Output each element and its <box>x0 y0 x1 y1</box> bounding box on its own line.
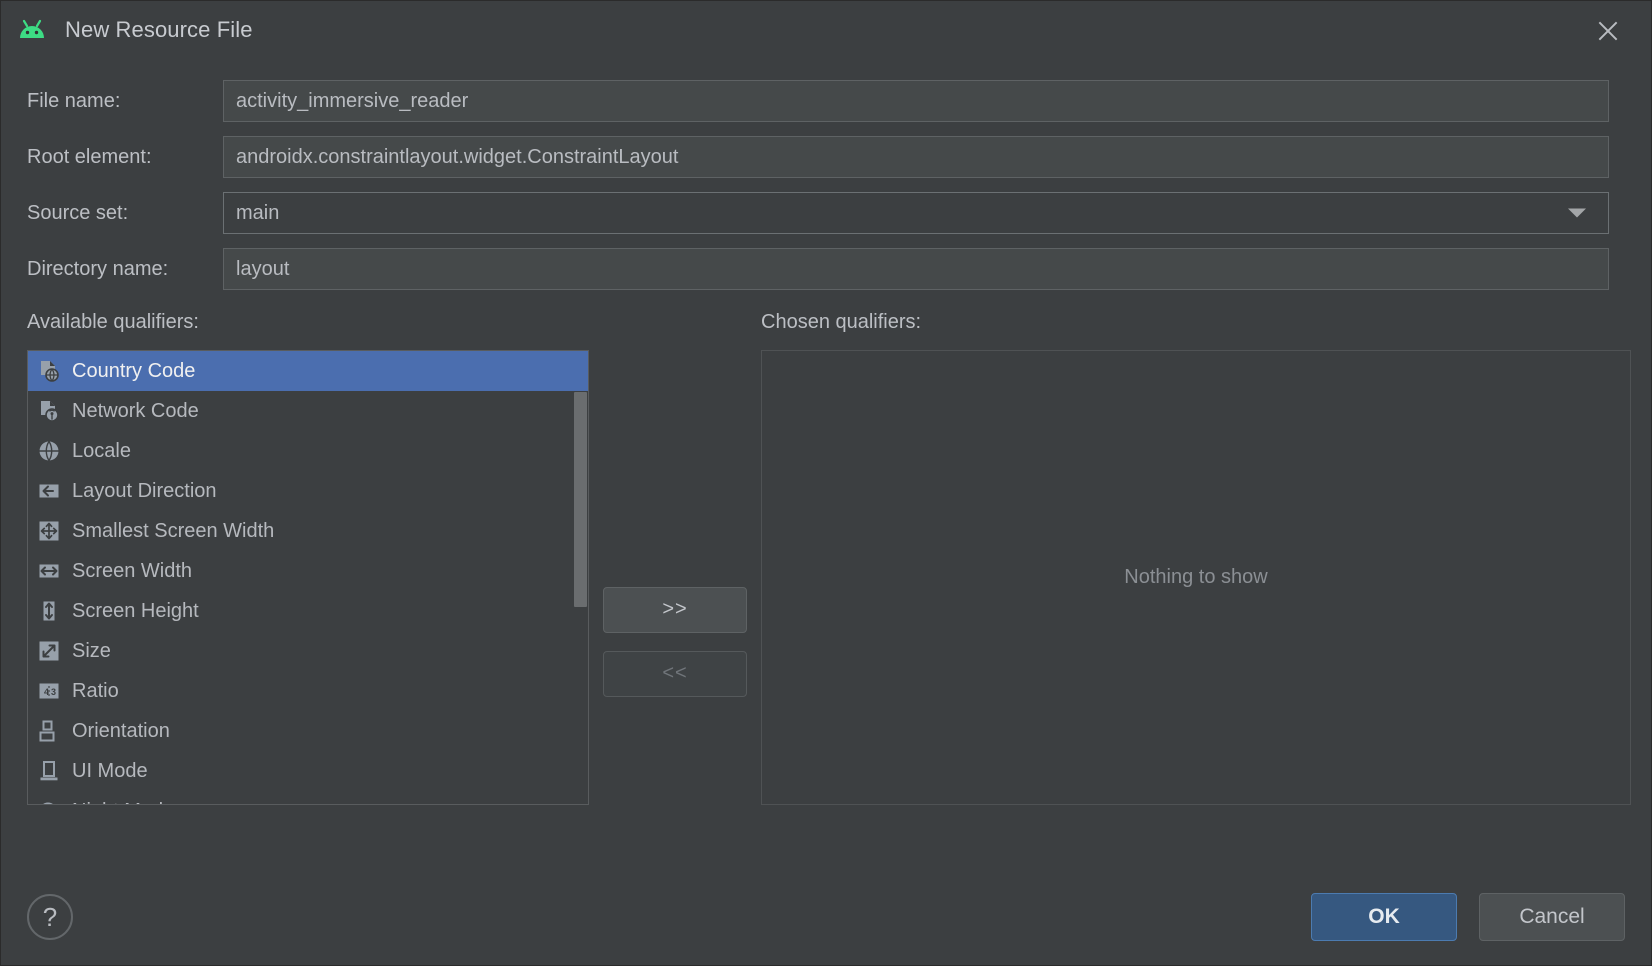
list-item-label: Network Code <box>72 400 199 423</box>
chevron-down-icon <box>1568 209 1586 218</box>
globe-icon <box>36 438 62 464</box>
dialog-footer: ? OK Cancel <box>1 869 1651 965</box>
list-item-label: Orientation <box>72 720 170 743</box>
orientation-icon <box>36 718 62 744</box>
root-element-input[interactable]: androidx.constraintlayout.widget.Constra… <box>223 136 1609 178</box>
transfer-buttons: >> << <box>589 414 761 869</box>
cancel-button[interactable]: Cancel <box>1479 893 1625 941</box>
available-list-scroll: Country Code Network Code Locale Layout Dir… <box>28 351 588 804</box>
available-qualifiers-list[interactable]: Country Code Network Code Locale Layout Dir… <box>27 350 589 805</box>
list-item-label: Night Mode <box>72 800 174 805</box>
list-item[interactable]: Network Code <box>28 391 588 431</box>
ratio-4-3-icon: 43 <box>36 678 62 704</box>
available-qualifiers-label: Available qualifiers: <box>27 311 589 334</box>
remove-qualifier-button[interactable]: << <box>603 651 747 697</box>
directory-name-row: Directory name: layout <box>1 241 1651 297</box>
chosen-qualifiers-label: Chosen qualifiers: <box>761 311 1631 334</box>
list-item[interactable]: Screen Width <box>28 551 588 591</box>
available-list-scrollbar[interactable] <box>574 392 587 607</box>
nothing-to-show-text: Nothing to show <box>1124 566 1267 589</box>
file-name-row: File name: activity_immersive_reader <box>1 73 1651 129</box>
ui-mode-icon <box>36 758 62 784</box>
file-name-label: File name: <box>27 90 223 113</box>
list-item-label: UI Mode <box>72 760 148 783</box>
list-item-label: Screen Width <box>72 560 192 583</box>
arrows-vertical-icon <box>36 598 62 624</box>
android-robot-icon <box>15 13 49 47</box>
list-item-label: Size <box>72 640 111 663</box>
new-resource-file-dialog: New Resource File File name: activity_im… <box>0 0 1652 966</box>
dialog-titlebar: New Resource File <box>1 1 1651 59</box>
file-globe-icon <box>36 358 62 384</box>
resource-form: File name: activity_immersive_reader Roo… <box>1 59 1651 297</box>
list-item-label: Country Code <box>72 360 195 383</box>
svg-text:4: 4 <box>44 687 49 697</box>
svg-text:3: 3 <box>51 687 56 697</box>
help-icon[interactable]: ? <box>27 894 73 940</box>
source-set-label: Source set: <box>27 202 223 225</box>
source-set-value: main <box>236 202 279 225</box>
directory-name-input[interactable]: layout <box>223 248 1609 290</box>
list-item[interactable]: Screen Height <box>28 591 588 631</box>
dialog-title: New Resource File <box>65 17 253 43</box>
list-item[interactable]: Smallest Screen Width <box>28 511 588 551</box>
list-item[interactable]: Size <box>28 631 588 671</box>
arrow-left-icon <box>36 478 62 504</box>
list-item[interactable]: Locale <box>28 431 588 471</box>
add-qualifier-button[interactable]: >> <box>603 587 747 633</box>
directory-name-value: layout <box>236 258 289 281</box>
qualifiers-section: Available qualifiers: Country Code Networ… <box>1 297 1651 869</box>
list-item-label: Layout Direction <box>72 480 217 503</box>
list-item[interactable]: Orientation <box>28 711 588 751</box>
list-item[interactable]: UI Mode <box>28 751 588 791</box>
file-name-value: activity_immersive_reader <box>236 90 468 113</box>
chosen-qualifiers-panel: Chosen qualifiers: Nothing to show <box>761 311 1631 805</box>
list-item[interactable]: Layout Direction <box>28 471 588 511</box>
root-element-value: androidx.constraintlayout.widget.Constra… <box>236 146 678 169</box>
moon-icon <box>36 798 62 804</box>
list-item-label: Smallest Screen Width <box>72 520 274 543</box>
source-set-dropdown[interactable]: main <box>223 192 1609 234</box>
close-icon[interactable] <box>1587 10 1629 52</box>
file-antenna-icon <box>36 398 62 424</box>
diagonal-arrows-icon <box>36 638 62 664</box>
arrows-horizontal-icon <box>36 558 62 584</box>
root-element-row: Root element: androidx.constraintlayout.… <box>1 129 1651 185</box>
list-item-label: Locale <box>72 440 131 463</box>
available-qualifiers-panel: Available qualifiers: Country Code Networ… <box>27 311 589 805</box>
list-item[interactable]: Country Code <box>28 351 588 391</box>
four-way-arrows-icon <box>36 518 62 544</box>
ok-button[interactable]: OK <box>1311 893 1457 941</box>
list-item-label: Ratio <box>72 680 119 703</box>
list-item-label: Screen Height <box>72 600 199 623</box>
list-item[interactable]: 43 Ratio <box>28 671 588 711</box>
list-item[interactable]: Night Mode <box>28 791 588 804</box>
directory-name-label: Directory name: <box>27 258 223 281</box>
file-name-input[interactable]: activity_immersive_reader <box>223 80 1609 122</box>
chosen-qualifiers-list[interactable]: Nothing to show <box>761 350 1631 805</box>
root-element-label: Root element: <box>27 146 223 169</box>
source-set-row: Source set: main <box>1 185 1651 241</box>
